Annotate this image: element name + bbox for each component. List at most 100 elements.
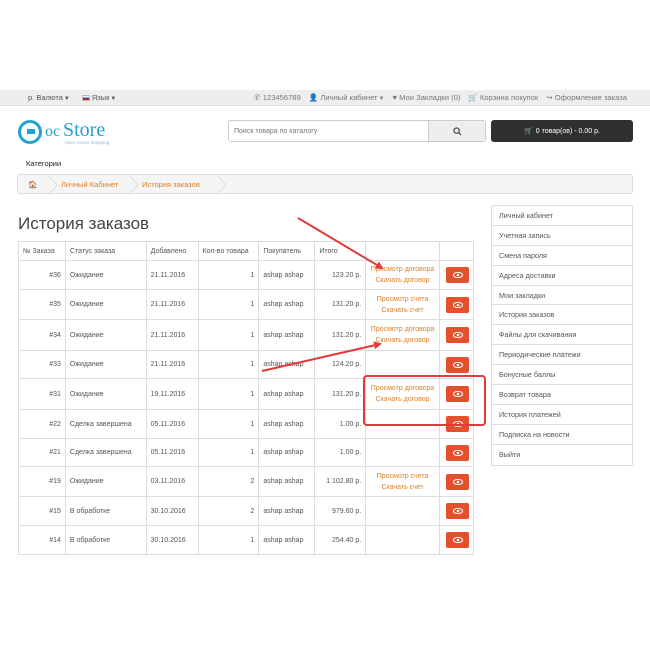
eye-icon xyxy=(452,537,463,543)
caret-down-icon: ▼ xyxy=(63,96,70,102)
view-order-button[interactable] xyxy=(446,503,469,519)
side-menu-item[interactable]: Адреса доставки xyxy=(492,266,632,286)
phone-link[interactable]: ✆ 123456789 xyxy=(254,93,301,102)
order-id: #31 xyxy=(18,378,66,410)
view-document-link[interactable]: Просмотр договора xyxy=(370,324,435,335)
categories-menu[interactable]: Категории xyxy=(26,159,61,168)
side-menu-item[interactable]: Личный кабинет xyxy=(492,206,632,226)
side-menu-item[interactable]: История заказов xyxy=(492,305,632,326)
table-header-row: № Заказа Статус заказа Добавлено Кол-во … xyxy=(18,241,475,261)
view-order-button[interactable] xyxy=(446,444,469,461)
side-menu-item[interactable]: Возврат товара xyxy=(492,385,632,405)
order-customer: ashap ashap xyxy=(258,260,316,290)
order-status: Ожидание xyxy=(64,260,147,290)
view-document-link[interactable]: Просмотр счета xyxy=(370,294,435,305)
logo-cart-icon xyxy=(18,120,42,144)
order-action-cell xyxy=(438,466,475,497)
heart-icon: ♥ xyxy=(392,93,397,102)
order-qty: 1 xyxy=(197,319,260,351)
wishlist-link[interactable]: ♥ Мои Закладки (0) xyxy=(392,93,460,102)
order-action-cell xyxy=(438,319,475,351)
side-menu-item[interactable]: Мои закладки xyxy=(492,286,632,306)
side-menu-item[interactable]: Подписка на новости xyxy=(492,425,632,445)
breadcrumb-history[interactable]: История заказов xyxy=(142,180,200,189)
order-date: 03.11.2016 xyxy=(145,466,199,497)
side-menu-item[interactable]: Периодические платежи xyxy=(492,345,632,366)
order-total: 131.20 р. xyxy=(314,319,367,351)
order-document-links xyxy=(365,496,440,526)
order-date: 21.11.2016 xyxy=(145,289,199,320)
view-order-button[interactable] xyxy=(446,296,469,313)
table-row: #31 Ожидание 19.11.2016 1 ashap ashap 13… xyxy=(18,378,475,410)
phone-icon: ✆ xyxy=(254,93,261,102)
order-qty: 2 xyxy=(197,466,260,497)
search-input[interactable] xyxy=(229,121,428,141)
view-document-link[interactable]: Просмотр счета xyxy=(370,471,435,482)
order-id: #19 xyxy=(18,466,66,497)
search-bar xyxy=(228,120,486,142)
order-action-cell xyxy=(438,378,475,410)
side-menu-item[interactable]: Учетная запись xyxy=(492,226,632,246)
order-customer: ashap ashap xyxy=(258,496,316,526)
order-total: 123.20 р. xyxy=(314,260,367,290)
view-document-link[interactable]: Просмотр договора xyxy=(370,264,435,275)
order-action-cell xyxy=(438,350,475,379)
order-customer: ashap ashap xyxy=(258,438,316,467)
view-order-button[interactable] xyxy=(446,416,469,432)
table-row: #35 Ожидание 21.11.2016 1 ashap ashap 13… xyxy=(18,289,475,320)
order-id: #33 xyxy=(18,350,66,379)
language-dropdown[interactable]: Язык▼ xyxy=(81,93,116,102)
view-order-button[interactable] xyxy=(446,532,469,548)
side-menu-item[interactable]: История платежей xyxy=(492,405,632,425)
table-row: #19 Ожидание 03.11.2016 2 ashap ashap 1 … xyxy=(18,466,475,497)
order-id: #21 xyxy=(18,438,66,467)
eye-icon xyxy=(452,301,463,308)
eye-icon xyxy=(452,272,463,278)
side-menu-item[interactable]: Смена пароля xyxy=(492,246,632,266)
eye-icon xyxy=(452,508,463,514)
cart-button[interactable]: 🛒 0 товар(ов) - 0.00 р. xyxy=(491,120,633,142)
currency-dropdown[interactable]: р. Валюта▼ xyxy=(28,93,70,102)
cart-link[interactable]: 🛒 Корзина покупок xyxy=(468,93,538,102)
order-total: 1.00 р. xyxy=(314,438,367,467)
col-qty: Кол-во товара xyxy=(197,241,260,261)
table-row: #14 В обработке 30.10.2016 1 ashap ashap… xyxy=(18,525,475,555)
eye-icon xyxy=(452,421,463,427)
order-id: #15 xyxy=(18,496,66,526)
view-order-button[interactable] xyxy=(446,386,469,402)
table-row: #34 Ожидание 21.11.2016 1 ashap ashap 13… xyxy=(18,319,475,351)
order-customer: ashap ashap xyxy=(258,289,316,320)
cart-icon: 🛒 xyxy=(524,128,533,135)
store-logo[interactable]: oc Store open source shopping xyxy=(18,118,138,148)
eye-icon xyxy=(452,449,463,456)
eye-icon xyxy=(452,478,463,485)
view-order-button[interactable] xyxy=(446,356,469,373)
account-dropdown[interactable]: 👤 Личный кабинет▼ xyxy=(309,93,385,102)
download-document-link[interactable]: Скачать договор xyxy=(370,275,435,286)
side-menu-item[interactable]: Бонусные баллы xyxy=(492,365,632,386)
view-order-button[interactable] xyxy=(446,327,469,343)
view-order-button[interactable] xyxy=(446,473,469,490)
order-action-cell xyxy=(438,525,475,555)
view-document-link[interactable]: Просмотр договора xyxy=(370,383,435,394)
col-date: Добавлено xyxy=(145,241,199,261)
checkout-link[interactable]: ↪ Оформление заказа xyxy=(546,93,627,102)
breadcrumb-personal[interactable]: Личный Кабинет xyxy=(61,180,118,189)
download-document-link[interactable]: Скачать договор xyxy=(370,394,435,405)
side-menu-item[interactable]: Файлы для скачивания xyxy=(492,325,632,346)
home-icon[interactable]: 🏠 xyxy=(28,180,37,189)
order-status: Сделка завершена xyxy=(64,409,147,439)
side-menu-item[interactable]: Выйти xyxy=(492,445,632,465)
download-document-link[interactable]: Скачать договор xyxy=(370,335,435,346)
col-action xyxy=(438,241,475,261)
order-document-links xyxy=(365,409,440,439)
order-status: Ожидание xyxy=(64,466,147,497)
download-document-link[interactable]: Скачать счет xyxy=(370,482,435,493)
view-order-button[interactable] xyxy=(446,267,469,283)
orders-table: № Заказа Статус заказа Добавлено Кол-во … xyxy=(18,241,475,555)
caret-down-icon: ▼ xyxy=(378,96,385,102)
search-button[interactable] xyxy=(428,121,485,141)
order-document-links: Просмотр договора Скачать договор xyxy=(365,260,440,290)
order-qty: 1 xyxy=(197,438,260,467)
download-document-link[interactable]: Скачать счет xyxy=(370,305,435,316)
